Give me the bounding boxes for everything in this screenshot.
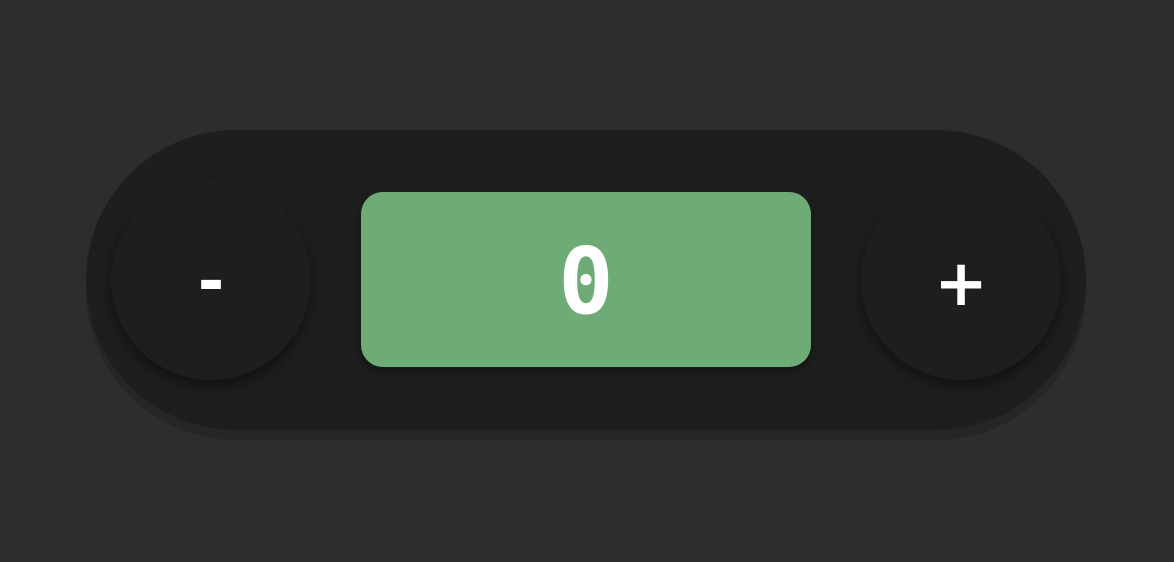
increment-button[interactable]: + xyxy=(861,180,1061,380)
plus-icon: + xyxy=(934,247,988,321)
counter-value: 0 xyxy=(558,227,614,335)
minus-icon: - xyxy=(197,245,225,319)
decrement-button[interactable]: - xyxy=(111,180,311,380)
app-stage: - 0 + xyxy=(0,0,1174,562)
counter-widget: - 0 + xyxy=(86,130,1086,430)
counter-display: 0 xyxy=(361,192,811,367)
